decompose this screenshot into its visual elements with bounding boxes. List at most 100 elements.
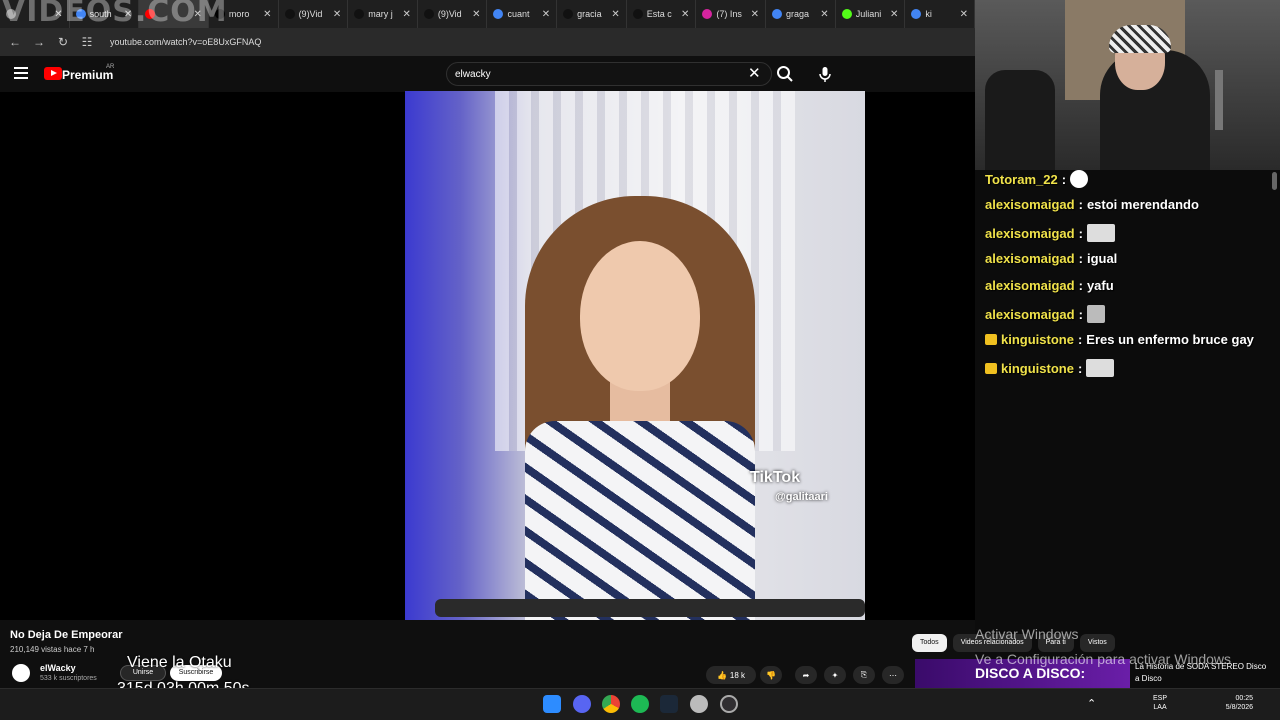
webcam-microphone [1215,70,1223,130]
chat-emote-icon [1086,305,1105,323]
browser-tab-label: graga [786,9,810,19]
close-tab-icon[interactable]: ✕ [751,9,759,20]
filter-chip[interactable]: Todos [912,634,947,652]
browser-tab[interactable]: Juliani ✕ [836,0,906,28]
browser-tab[interactable]: mary j ✕ [348,0,418,28]
chat-separator: : [1078,251,1083,266]
share-button[interactable]: ➦ [795,666,817,684]
close-tab-icon[interactable]: ✕ [960,9,968,20]
dislike-button[interactable]: 👎 [760,666,782,684]
browser-tab[interactable]: cuant ✕ [487,0,558,28]
chat-username[interactable]: alexisomaigad [985,251,1075,266]
browser-tab-label: (7) Ins [716,9,742,19]
save-button[interactable]: ⎘ [853,666,875,684]
forward-icon[interactable]: → [32,35,46,49]
browser-tab[interactable]: ✕ [0,0,70,28]
ccleaner-icon[interactable] [690,695,708,713]
close-tab-icon[interactable]: ✕ [472,9,480,20]
browser-tab[interactable]: Esta c ✕ [627,0,697,28]
chat-username[interactable]: kinguistone [1001,332,1074,347]
back-icon[interactable]: ← [8,35,22,49]
browser-tab[interactable]: gracia ✕ [557,0,627,28]
browser-tab[interactable]: south ✕ [70,0,140,28]
close-tab-icon[interactable]: ✕ [611,9,619,20]
close-tab-icon[interactable]: ✕ [542,9,550,20]
chat-message: alexisomaigad: [985,305,1105,323]
chat-username[interactable]: kinguistone [1001,361,1074,376]
google-icon [911,9,922,19]
filter-chip[interactable]: Vistos [1079,634,1115,652]
browser-tab-label: (9)Vid [437,9,462,19]
video-person-face [580,241,700,391]
browser-tab-label: mary j [368,9,393,19]
video-meta: 210,149 vistas hace 7 h [10,645,95,654]
youtube-logo-icon[interactable] [44,67,62,80]
browser-tab[interactable]: graga ✕ [766,0,836,28]
close-tab-icon[interactable]: ✕ [890,9,898,20]
chat-emote-icon [1086,359,1115,377]
hamburger-menu-icon[interactable] [14,67,28,79]
chat-username[interactable]: Totoram_22 [985,172,1058,187]
system-clock[interactable]: 00:25 5/8/2026 [1225,694,1253,712]
like-button[interactable]: 👍 18 k [706,666,756,684]
chat-message: kinguistone: [985,359,1115,377]
close-tab-icon[interactable]: ✕ [124,9,132,20]
site-info-icon[interactable]: ☷ [80,35,94,49]
microphone-icon[interactable] [815,64,835,84]
ask-ai-button[interactable]: ✦ [824,666,846,684]
crown-badge-icon [985,362,997,374]
share-icon: ➦ [802,670,810,680]
browser-tab[interactable]: (9)Vid ✕ [279,0,349,28]
chat-separator: : [1078,225,1083,241]
close-tab-icon[interactable]: ✕ [54,9,62,20]
channel-name[interactable]: elWacky [40,663,76,673]
spotify-icon[interactable] [631,695,649,713]
obs-icon[interactable] [720,695,738,713]
chrome-icon[interactable] [602,695,620,713]
clear-search-icon[interactable]: ✕ [748,65,761,83]
close-tab-icon[interactable]: ✕ [194,9,202,20]
browser-tab[interactable]: (9)Vid ✕ [418,0,488,28]
google-icon [75,9,86,19]
close-tab-icon[interactable]: ✕ [263,9,271,20]
stream-overlay-text: Viene la Otaku [127,654,232,671]
discord-icon[interactable] [573,695,591,713]
chat-separator: : [1077,332,1083,347]
chat-text: Eres un enfermo bruce gay [1086,332,1254,347]
address-bar[interactable]: youtube.com/watch?v=oE8UxGFNAQ [110,37,261,47]
close-tab-icon[interactable]: ✕ [681,9,689,20]
search-icon[interactable] [775,64,795,84]
chat-username[interactable]: alexisomaigad [985,226,1075,241]
streamer-webcam [975,0,1280,170]
browser-tab[interactable]: ki ✕ [905,0,975,28]
windows-start-icon[interactable] [543,695,561,713]
close-tab-icon[interactable]: ✕ [333,9,341,20]
search-input[interactable]: elwacky [446,62,772,86]
language-indicator[interactable]: ESP LAA [1153,694,1167,712]
video-player[interactable]: TikTok @galitaari [405,91,865,620]
instagram-icon [702,9,713,19]
chat-username[interactable]: alexisomaigad [985,278,1075,293]
tray-overflow-icon[interactable]: ⌃ [1087,697,1096,710]
chat-username[interactable]: alexisomaigad [985,307,1075,322]
browser-tab[interactable]: moro ✕ [209,0,279,28]
language-code: ESP [1153,695,1168,702]
channel-avatar[interactable] [12,664,30,682]
browser-tab[interactable]: (7) Ins ✕ [696,0,767,28]
chat-scrollbar[interactable] [1272,172,1277,190]
close-tab-icon[interactable]: ✕ [402,9,410,20]
steam-icon[interactable] [660,695,678,713]
close-tab-icon[interactable]: ✕ [820,9,828,20]
chat-separator: : [1061,171,1067,187]
youtube-brand-label[interactable]: Premium [62,68,113,82]
tiktok-icon [632,9,643,19]
reload-icon[interactable]: ↻ [56,35,70,49]
chat-separator: : [1078,197,1083,212]
browser-tab-label: moro [228,9,250,19]
more-actions-button[interactable]: ⋯ [882,666,904,684]
chat-message: Totoram_22: [985,170,1089,188]
browser-tab[interactable]: ✕ [139,0,209,28]
kick-icon [841,9,852,19]
bookmark-icon: ⎘ [860,670,868,679]
chat-username[interactable]: alexisomaigad [985,197,1075,212]
